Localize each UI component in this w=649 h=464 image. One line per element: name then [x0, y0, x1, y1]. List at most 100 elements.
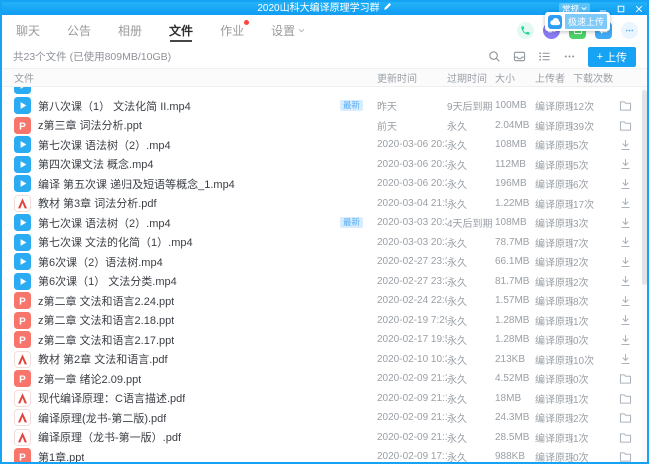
download-count: 1次 [573, 313, 613, 328]
update-time: 2020-02-24 22:07 [377, 295, 447, 306]
tab-settings[interactable]: 设置 [271, 15, 305, 45]
expire-time: 永久 [447, 254, 495, 269]
file-size: 1.28MB [495, 334, 535, 345]
file-size: 81.7MB [495, 276, 535, 287]
file-row[interactable]: 第6次课（1） 文法分类.mp42020-02-27 23:30永久81.7MB… [2, 272, 647, 292]
uploader: 编译原理... [535, 274, 573, 289]
more-actions-icon[interactable] [621, 22, 638, 39]
uploader: 编译原理... [535, 430, 573, 445]
transfer-list-icon[interactable] [513, 50, 526, 63]
file-row[interactable]: Pz第二章 文法和语言2.18.ppt2020-02-19 7:29永久1.28… [2, 311, 647, 331]
video-file-icon [14, 156, 31, 173]
file-name[interactable]: z第三章 词法分析.ppt [38, 117, 142, 133]
download-button[interactable] [613, 353, 637, 365]
tab-label: 相册 [118, 22, 142, 39]
file-row[interactable]: 第七次课 语法树（2）.mp4最新2020-03-03 20:314天后到期10… [2, 213, 647, 233]
file-row[interactable]: 编译原理(龙书-第二版).pdf2020-02-09 21:14永久24.3MB… [2, 408, 647, 428]
download-button[interactable] [613, 197, 637, 209]
file-name-cell: Pz第二章 文法和语言2.24.ppt [14, 292, 377, 309]
open-folder-button[interactable] [613, 412, 637, 423]
download-button[interactable] [613, 295, 637, 307]
file-name[interactable]: 教材 第2章 文法和语言.pdf [38, 351, 168, 367]
tab-chat[interactable]: 聊天 [16, 15, 40, 45]
open-folder-button[interactable] [613, 373, 637, 384]
open-folder-button[interactable] [613, 120, 637, 131]
tab-album[interactable]: 相册 [118, 15, 142, 45]
file-name[interactable]: 现代编译原理：C语言描述.pdf [38, 390, 185, 406]
download-count: 0次 [573, 371, 613, 386]
file-name[interactable]: 第七次课 文法的化简（1）.mp4 [38, 234, 193, 250]
file-row[interactable]: 教材 第3章 词法分析.pdf2020-03-04 21:51永久1.22MB编… [2, 194, 647, 214]
download-count: 2次 [573, 274, 613, 289]
download-button[interactable] [613, 256, 637, 268]
file-name[interactable]: 第四次课文法 概念.mp4 [38, 156, 154, 172]
file-row[interactable]: 第八次课（1） 文法化简 II.mp4最新昨天9天后到期100MB编译原理...… [2, 96, 647, 116]
file-row[interactable]: Pz第二章 文法和语言2.24.ppt2020-02-24 22:07永久1.5… [2, 291, 647, 311]
file-name[interactable]: z第二章 文法和语言2.18.ppt [38, 312, 174, 328]
edit-title-icon[interactable] [383, 2, 392, 15]
file-row-partial[interactable] [2, 87, 647, 96]
file-size: 1.28MB [495, 315, 535, 326]
maximize-button[interactable] [615, 3, 626, 14]
update-time: 2020-02-09 21:14 [377, 432, 447, 443]
tab-files[interactable]: 文件 [169, 15, 193, 45]
open-folder-button[interactable] [613, 393, 637, 404]
file-name[interactable]: 第6次课（2）语法树.mp4 [38, 254, 163, 270]
file-row[interactable]: 编译原理（龙书-第一版）.pdf2020-02-09 21:14永久28.5MB… [2, 428, 647, 448]
file-row[interactable]: 第6次课（2）语法树.mp42020-02-27 23:39永久66.1MB编译… [2, 252, 647, 272]
file-name[interactable]: 编译原理（龙书-第一版）.pdf [38, 429, 181, 445]
download-button[interactable] [613, 139, 637, 151]
file-name[interactable]: 第七次课 语法树（2）.mp4 [38, 137, 171, 153]
file-row[interactable]: P第1章.ppt2020-02-09 17:12永久988KB编译原理...0次 [2, 447, 647, 462]
update-time: 2020-02-17 19:57 [377, 334, 447, 345]
tab-label: 作业 [220, 22, 244, 39]
file-name[interactable]: 编译 第五次课 递归及短语等概念_1.mp4 [38, 176, 235, 192]
tab-announcements[interactable]: 公告 [67, 15, 91, 45]
file-row[interactable]: 编译 第五次课 递归及短语等概念_1.mp42020-03-06 20:38永久… [2, 174, 647, 194]
download-button[interactable] [613, 217, 637, 229]
file-row[interactable]: 第七次课 文法的化简（1）.mp42020-03-03 20:31永久78.7M… [2, 233, 647, 253]
tab-homework[interactable]: 作业 [220, 15, 244, 45]
list-view-icon[interactable] [538, 50, 551, 63]
download-button[interactable] [613, 158, 637, 170]
close-button[interactable] [633, 3, 644, 14]
update-time: 2020-02-27 23:39 [377, 256, 447, 267]
search-icon[interactable] [488, 50, 501, 63]
download-button[interactable] [613, 334, 637, 346]
file-row[interactable]: Pz第一章 绪论2.09.ppt2020-02-09 21:28永久4.52MB… [2, 369, 647, 389]
file-name[interactable]: z第一章 绪论2.09.ppt [38, 371, 141, 387]
upload-button[interactable]: + 上传 [588, 47, 636, 67]
file-row[interactable]: 现代编译原理：C语言描述.pdf2020-02-09 21:19永久18MB编译… [2, 389, 647, 409]
more-tools-icon[interactable] [563, 50, 576, 63]
voice-call-icon[interactable] [517, 22, 534, 39]
open-folder-button[interactable] [613, 100, 637, 111]
file-name[interactable]: 教材 第3章 词法分析.pdf [38, 195, 157, 211]
file-name[interactable]: z第二章 文法和语言2.24.ppt [38, 293, 174, 309]
open-folder-button[interactable] [613, 432, 637, 443]
file-row[interactable]: Pz第三章 词法分析.ppt前天永久2.04MB编译原理...39次 [2, 116, 647, 136]
expire-time: 永久 [447, 235, 495, 250]
download-button[interactable] [613, 236, 637, 248]
download-count: 39次 [573, 118, 613, 133]
file-name[interactable]: 编译原理(龙书-第二版).pdf [38, 410, 166, 426]
download-button[interactable] [613, 314, 637, 326]
files-toolbar: 共23个文件 (已使用809MB/10GB) + 上传 [2, 45, 647, 68]
file-name[interactable]: z第二章 文法和语言2.17.ppt [38, 332, 174, 348]
open-folder-button[interactable] [613, 451, 637, 462]
file-name[interactable]: 第1章.ppt [38, 449, 84, 462]
file-name[interactable]: 第八次课（1） 文法化简 II.mp4 [38, 98, 191, 114]
scrollbar-track[interactable] [642, 87, 647, 462]
download-button[interactable] [613, 178, 637, 190]
update-time: 2020-02-09 17:12 [377, 451, 447, 462]
file-name-cell: 第七次课 文法的化简（1）.mp4 [14, 234, 377, 251]
file-row[interactable]: Pz第二章 文法和语言2.17.ppt2020-02-17 19:57永久1.2… [2, 330, 647, 350]
file-name-cell: 第6次课（1） 文法分类.mp4 [14, 273, 377, 290]
file-row[interactable]: 第七次课 语法树（2）.mp42020-03-06 20:39永久108MB编译… [2, 135, 647, 155]
file-row[interactable]: 教材 第2章 文法和语言.pdf2020-02-10 10:39永久213KB编… [2, 350, 647, 370]
file-name[interactable]: 第6次课（1） 文法分类.mp4 [38, 273, 177, 289]
download-button[interactable] [613, 275, 637, 287]
update-time: 2020-02-10 10:39 [377, 354, 447, 365]
file-row[interactable]: 第四次课文法 概念.mp42020-03-06 20:38永久112MB编译原理… [2, 155, 647, 175]
scrollbar-thumb[interactable] [642, 90, 647, 285]
file-name[interactable]: 第七次课 语法树（2）.mp4 [38, 215, 171, 231]
